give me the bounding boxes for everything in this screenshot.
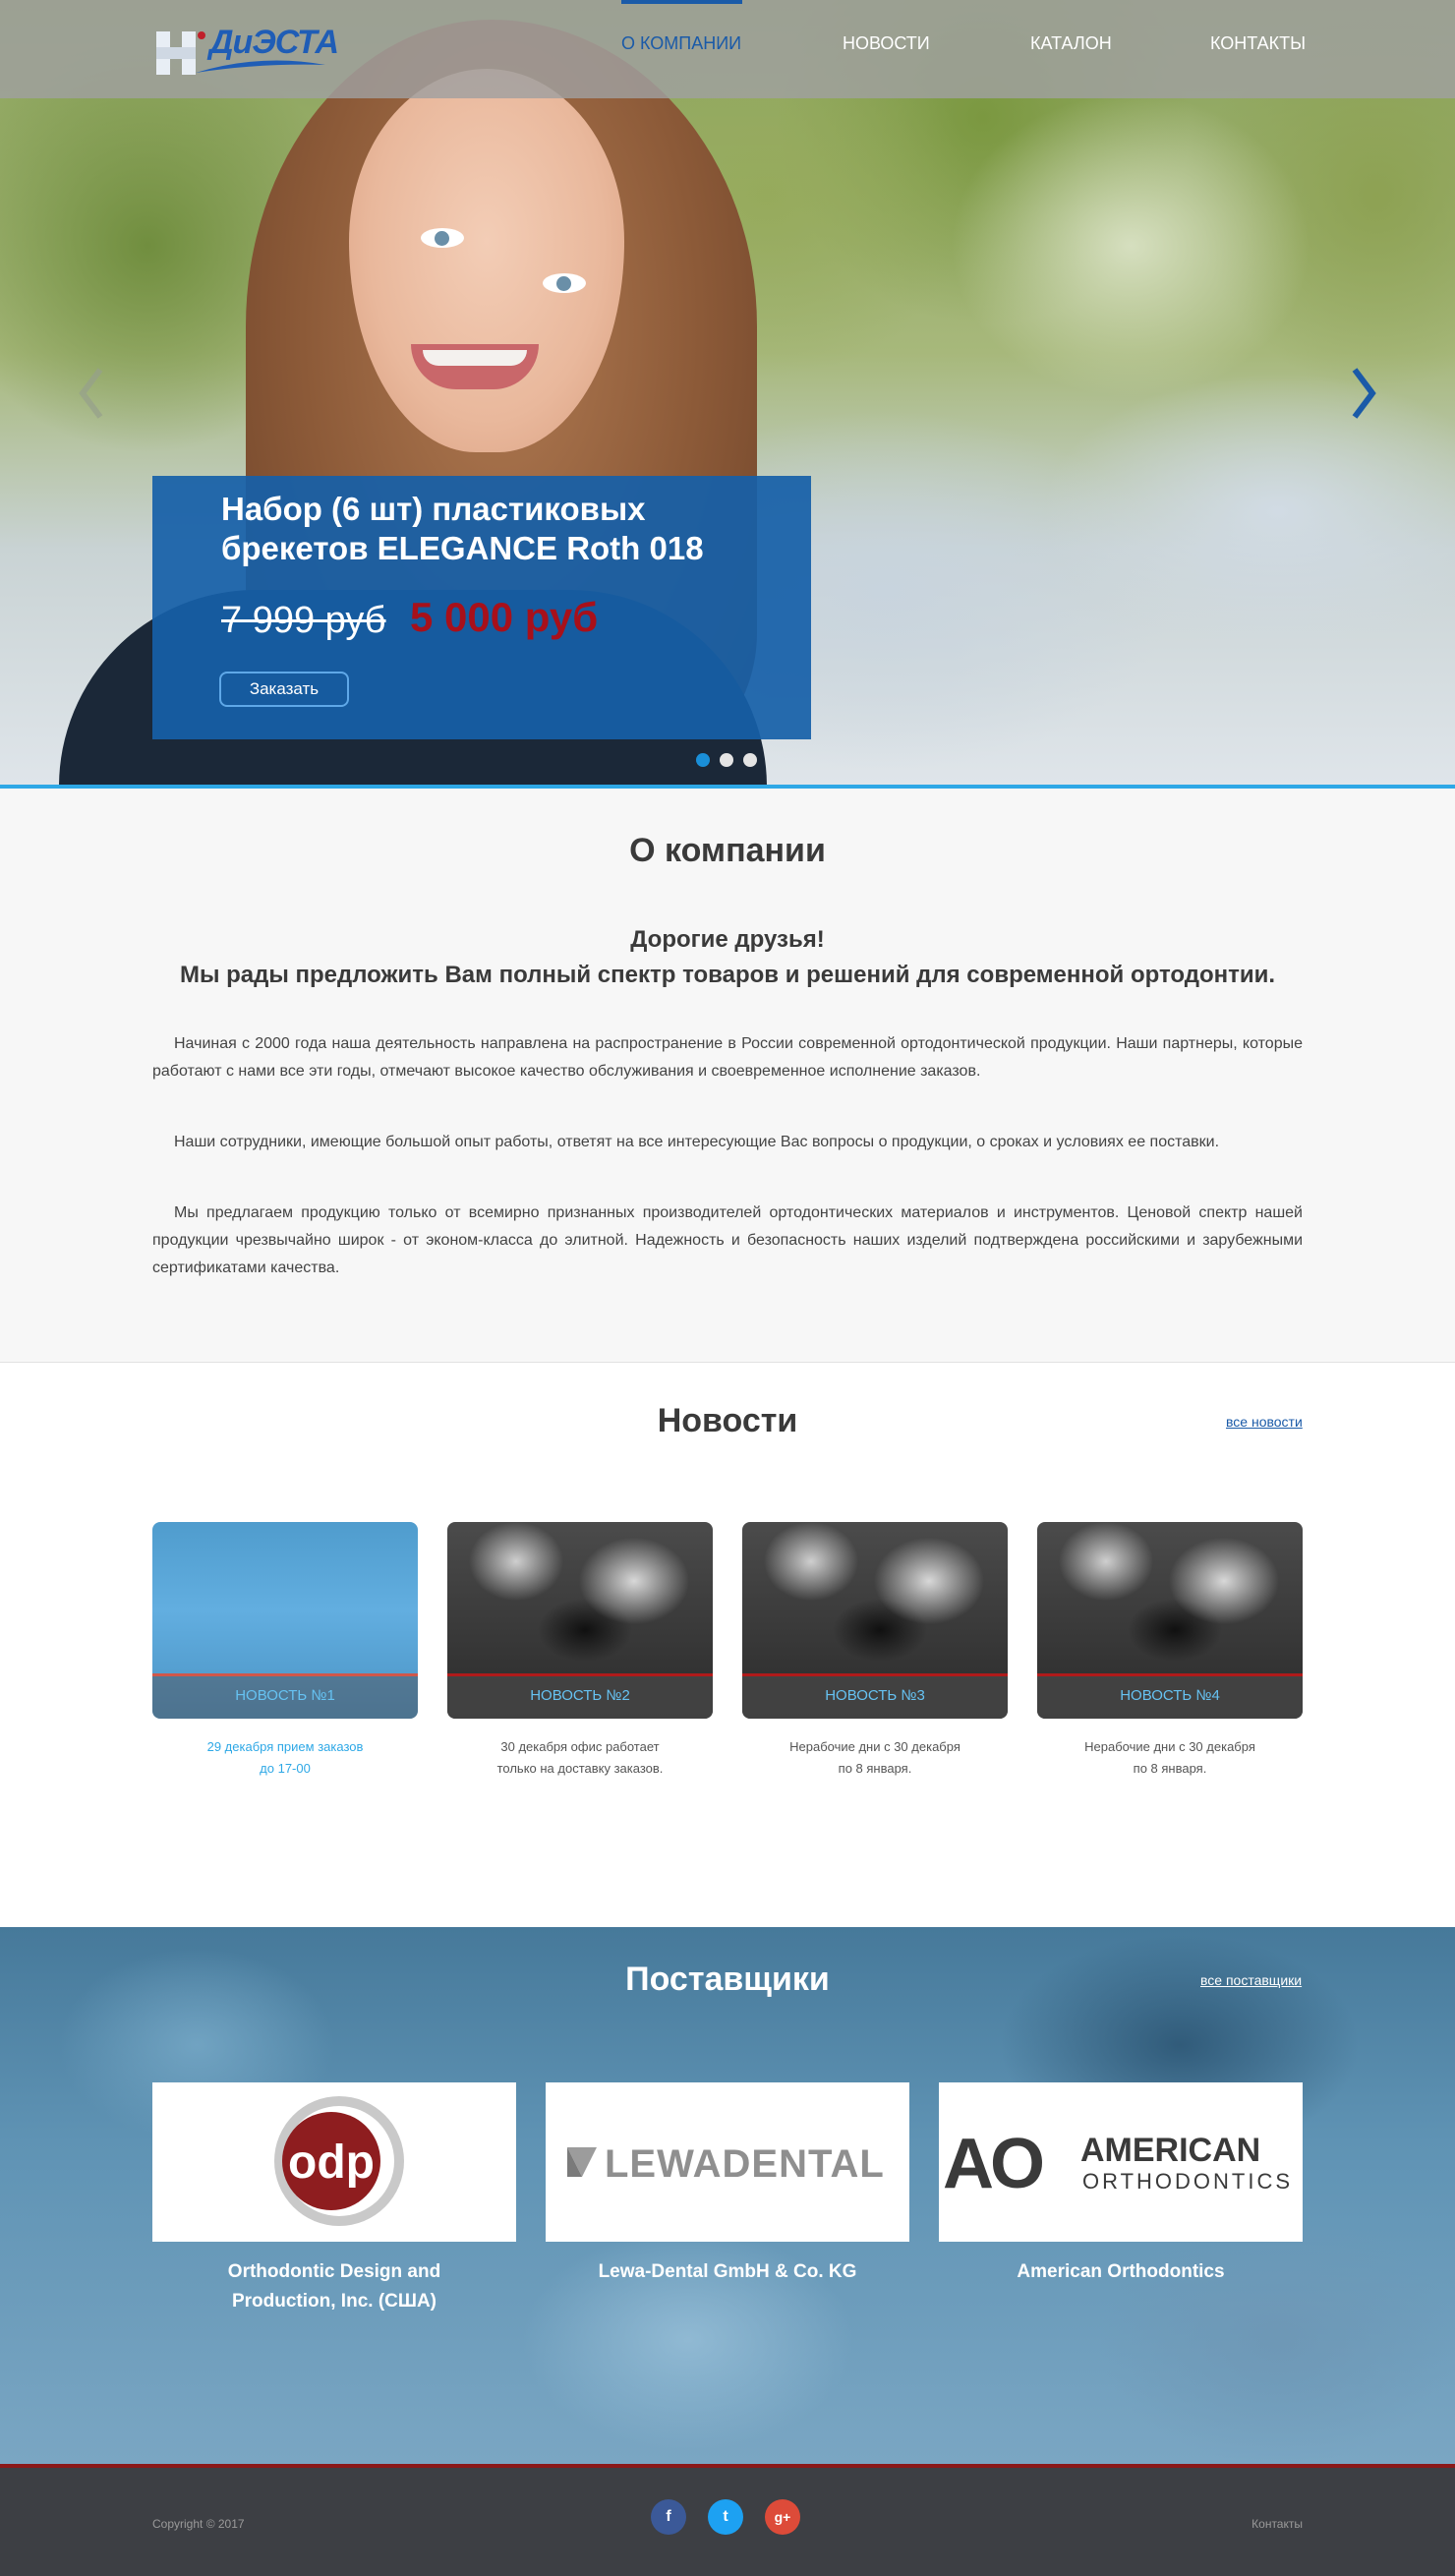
supplier-logo-lewa[interactable]: LEWADENTAL bbox=[546, 2082, 909, 2242]
suppliers-section: Поставщики все поставщики odp LEWADENTAL… bbox=[0, 1927, 1455, 2464]
nav-active-indicator bbox=[621, 0, 742, 4]
footer-contacts-link[interactable]: Контакты bbox=[1251, 2517, 1303, 2531]
slider-dot[interactable] bbox=[696, 753, 710, 767]
about-title: О компании bbox=[629, 832, 826, 869]
supplier-name[interactable]: Orthodontic Design and Production, Inc. … bbox=[152, 2257, 516, 2316]
supplier-logo-ao[interactable]: AO AMERICAN ORTHODONTICS bbox=[939, 2082, 1303, 2242]
supplier-name-line: American Orthodontics bbox=[1017, 2261, 1225, 2282]
news-summary-line: до 17-00 bbox=[260, 1761, 311, 1776]
promo-old-price: 7 999 руб bbox=[221, 600, 386, 641]
news-card-label: НОВОСТЬ №3 bbox=[825, 1687, 925, 1704]
news-card-strip: НОВОСТЬ №2 bbox=[447, 1673, 713, 1719]
ao-logo-subtext: ORTHODONTICS bbox=[1082, 2169, 1293, 2194]
slider-dot[interactable] bbox=[743, 753, 757, 767]
google-plus-icon[interactable]: g+ bbox=[765, 2499, 800, 2535]
hero-slider: ДиЭСТА О компании Новости Каталон Контак… bbox=[0, 0, 1455, 785]
supplier-name-line: Lewa-Dental GmbH & Co. KG bbox=[598, 2261, 857, 2282]
logo-swoosh-icon bbox=[196, 60, 325, 73]
news-summary-line: 30 декабря офис работает bbox=[500, 1739, 660, 1754]
slider-prev-icon[interactable] bbox=[77, 364, 106, 423]
supplier-name[interactable]: Lewa-Dental GmbH & Co. KG bbox=[546, 2257, 909, 2287]
news-card-label: НОВОСТЬ №1 bbox=[235, 1687, 335, 1704]
order-button[interactable]: Заказать bbox=[219, 672, 349, 707]
nav-item-catalog[interactable]: Каталон bbox=[1030, 33, 1112, 54]
slide-photo-eye bbox=[543, 273, 586, 293]
news-summary-line: по 8 января. bbox=[838, 1761, 912, 1776]
promo-box: Набор (6 шт) пластиковых брекетов ELEGAN… bbox=[152, 476, 811, 739]
odp-logo-icon: odp bbox=[274, 2096, 404, 2226]
news-summary-line: только на доставку заказов. bbox=[496, 1761, 664, 1776]
twitter-icon[interactable]: t bbox=[708, 2499, 743, 2535]
copyright: Copyright © 2017 bbox=[152, 2517, 245, 2531]
site-logo[interactable]: ДиЭСТА bbox=[152, 24, 339, 79]
news-summary[interactable]: Нерабочие дни с 30 декабря по 8 января. bbox=[742, 1736, 1008, 1780]
about-section: О компании Дорогие друзья! Мы рады предл… bbox=[0, 789, 1455, 1363]
about-paragraph: Мы предлагаем продукцию только от всемир… bbox=[152, 1204, 1303, 1276]
about-subtitle: Мы рады предложить Вам полный спектр тов… bbox=[179, 962, 1276, 988]
footer: Copyright © 2017 f t g+ Контакты bbox=[0, 2468, 1455, 2576]
lewadental-logo-icon: LEWADENTAL bbox=[567, 2142, 885, 2186]
news-card-label: НОВОСТЬ №2 bbox=[530, 1687, 630, 1704]
supplier-name-line: Production, Inc. (США) bbox=[231, 2291, 437, 2312]
news-card[interactable]: НОВОСТЬ №1 bbox=[152, 1522, 418, 1719]
about-greeting: Дорогие друзья! bbox=[630, 926, 825, 953]
nav-item-about[interactable]: О компании bbox=[621, 33, 741, 54]
facebook-icon[interactable]: f bbox=[651, 2499, 686, 2535]
slider-dot[interactable] bbox=[720, 753, 733, 767]
lewadental-logo-text: LEWADENTAL bbox=[605, 2142, 885, 2186]
news-summary[interactable]: 29 декабря прием заказов до 17-00 bbox=[152, 1736, 418, 1780]
news-summary-line: Нерабочие дни с 30 декабря bbox=[789, 1739, 960, 1754]
nav-item-contacts[interactable]: Контакты bbox=[1210, 33, 1306, 54]
all-news-link[interactable]: все новости bbox=[1226, 1414, 1303, 1430]
news-section: Новости все новости НОВОСТЬ №1 НОВОСТЬ №… bbox=[0, 1363, 1455, 1927]
about-paragraph: Наши сотрудники, имеющие большой опыт ра… bbox=[174, 1134, 1220, 1150]
slide-photo-eye bbox=[421, 228, 464, 248]
news-card-label: НОВОСТЬ №4 bbox=[1120, 1687, 1220, 1704]
ao-logo-text: AMERICAN bbox=[1080, 2132, 1260, 2169]
news-summary-line: 29 декабря прием заказов bbox=[206, 1739, 364, 1754]
news-summary-line: Нерабочие дни с 30 декабря bbox=[1084, 1739, 1255, 1754]
promo-new-price: 5 000 руб bbox=[410, 594, 599, 640]
odp-logo-text: odp bbox=[288, 2137, 375, 2189]
news-summary[interactable]: Нерабочие дни с 30 декабря по 8 января. bbox=[1037, 1736, 1303, 1780]
news-summary-line: по 8 января. bbox=[1133, 1761, 1207, 1776]
all-suppliers-link[interactable]: все поставщики bbox=[1200, 1972, 1302, 1988]
about-paragraph: Начиная с 2000 года наша деятельность на… bbox=[152, 1035, 1303, 1080]
header-bar: ДиЭСТА О компании Новости Каталон Контак… bbox=[0, 0, 1455, 98]
supplier-logo-odp[interactable]: odp bbox=[152, 2082, 516, 2242]
slide-photo-face bbox=[349, 69, 624, 452]
news-card-strip: НОВОСТЬ №3 bbox=[742, 1673, 1008, 1719]
ao-logo-mark: AO bbox=[943, 2125, 1042, 2203]
logo-text: ДиЭСТА bbox=[209, 24, 339, 61]
news-card[interactable]: НОВОСТЬ №3 bbox=[742, 1522, 1008, 1719]
supplier-name-line: Orthodontic Design and bbox=[227, 2261, 441, 2282]
american-orthodontics-logo-icon: AO AMERICAN ORTHODONTICS bbox=[943, 2125, 1293, 2203]
nav-item-news[interactable]: Новости bbox=[843, 33, 930, 54]
supplier-name[interactable]: American Orthodontics bbox=[939, 2257, 1303, 2287]
slider-next-icon[interactable] bbox=[1349, 364, 1378, 423]
news-summary[interactable]: 30 декабря офис работает только на доста… bbox=[447, 1736, 713, 1780]
news-card[interactable]: НОВОСТЬ №4 bbox=[1037, 1522, 1303, 1719]
news-card-strip: НОВОСТЬ №1 bbox=[152, 1673, 418, 1719]
news-card[interactable]: НОВОСТЬ №2 bbox=[447, 1522, 713, 1719]
news-card-strip: НОВОСТЬ №4 bbox=[1037, 1673, 1303, 1719]
promo-title: Набор (6 шт) пластиковых брекетов ELEGAN… bbox=[221, 491, 704, 566]
